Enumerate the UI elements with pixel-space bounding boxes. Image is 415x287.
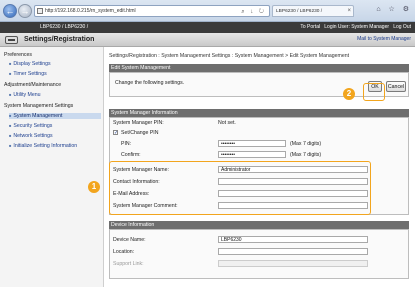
system-manager-section-heading: System Manager Information	[109, 109, 409, 117]
pin-hint: (Max 7 digits)	[290, 141, 322, 147]
page-title: Settings/Registration	[24, 36, 95, 43]
device-name-text: LBP6230 / LBP6230 /	[40, 24, 89, 30]
set-change-pin-checkbox[interactable]: ✓	[113, 130, 118, 136]
sidebar-item-network-settings[interactable]: Network Settings	[9, 133, 101, 139]
login-user-text: Login User: System Manager	[324, 24, 390, 30]
browser-tab[interactable]: LBP6230 / LBP6230 / ×	[272, 5, 354, 17]
confirm-label: Confirm:	[121, 152, 141, 158]
page-header: Settings/Registration Mail to System Man…	[0, 33, 415, 47]
cancel-button[interactable]: Cancel	[386, 81, 406, 92]
back-button[interactable]: ←	[3, 4, 17, 18]
support-link-input	[218, 260, 368, 267]
set-change-pin-label: Set/Change PIN	[121, 130, 159, 136]
support-link-label: Support Link:	[113, 261, 144, 267]
instruction-text: Change the following settings.	[115, 80, 185, 86]
sidebar-heading-preferences: Preferences	[4, 52, 32, 58]
highlight-frame	[109, 161, 371, 215]
device-name-label: Device Name:	[113, 237, 146, 243]
sidebar: Preferences Display Settings Timer Setti…	[0, 47, 104, 287]
printer-icon	[5, 36, 18, 44]
confirm-hint: (Max 7 digits)	[290, 152, 322, 158]
device-section-heading: Device Information	[109, 221, 409, 229]
mail-to-system-manager-link[interactable]: Mail to System Manager	[357, 36, 411, 42]
sidebar-item-initialize-settings[interactable]: Initialize Setting Information	[9, 143, 101, 149]
location-label: Location:	[113, 249, 135, 255]
pin-field-label: PIN:	[121, 141, 132, 147]
callout-badge-1: 1	[88, 181, 100, 193]
ok-highlight-frame	[363, 83, 385, 101]
browser-tools-icon[interactable]: ⌂ ☆ ⚙	[376, 5, 412, 13]
sidebar-item-timer-settings[interactable]: Timer Settings	[9, 71, 101, 77]
address-bar[interactable]: http://192.168.0.215/rn_system_edit.html…	[34, 5, 270, 17]
sidebar-item-display-settings[interactable]: Display Settings	[9, 61, 101, 67]
confirm-pin-input[interactable]: ••••••••	[218, 151, 286, 158]
sidebar-heading-adjustment: Adjustment/Maintenance	[4, 82, 62, 88]
device-section: Device Name: LBP6230 Location: Support L…	[109, 229, 409, 279]
back-arrow-icon: ←	[5, 6, 15, 16]
sidebar-item-utility-menu[interactable]: Utility Menu	[9, 92, 101, 98]
close-tab-icon[interactable]: ×	[347, 6, 351, 16]
tab-title: LBP6230 / LBP6230 /	[276, 9, 323, 14]
url-text: http://192.168.0.215/rn_system_edit.html	[45, 8, 136, 14]
edit-section-heading: Edit System Management	[109, 64, 409, 72]
breadcrumb: Settings/Registration : System Managemen…	[109, 53, 350, 59]
top-links: To Portal Login User: System Manager Log…	[300, 24, 411, 30]
callout-badge-2: 2	[343, 88, 355, 100]
main-content: Settings/Registration : System Managemen…	[104, 47, 415, 287]
log-out-link[interactable]: Log Out	[393, 24, 411, 30]
pin-label: System Manager PIN:	[113, 120, 164, 126]
device-bar: LBP6230 / LBP6230 / To Portal Login User…	[0, 22, 415, 33]
sidebar-heading-system-management: System Management Settings	[4, 103, 74, 109]
browser-toolbar: ← → http://192.168.0.215/rn_system_edit.…	[0, 0, 415, 22]
sidebar-item-security-settings[interactable]: Security Settings	[9, 123, 101, 129]
pin-input[interactable]: ••••••••	[218, 140, 286, 147]
location-input[interactable]	[218, 248, 368, 255]
favicon-icon	[37, 8, 43, 14]
device-name-input[interactable]: LBP6230	[218, 236, 368, 243]
to-portal-link[interactable]: To Portal	[300, 24, 320, 30]
forward-button[interactable]: →	[18, 4, 32, 18]
pin-status: Not set.	[218, 120, 236, 126]
forward-arrow-icon: →	[20, 6, 30, 16]
sidebar-item-system-management[interactable]: System Management	[9, 113, 101, 119]
address-tools-icon[interactable]: ⌕ ↓ ↻	[241, 7, 266, 18]
